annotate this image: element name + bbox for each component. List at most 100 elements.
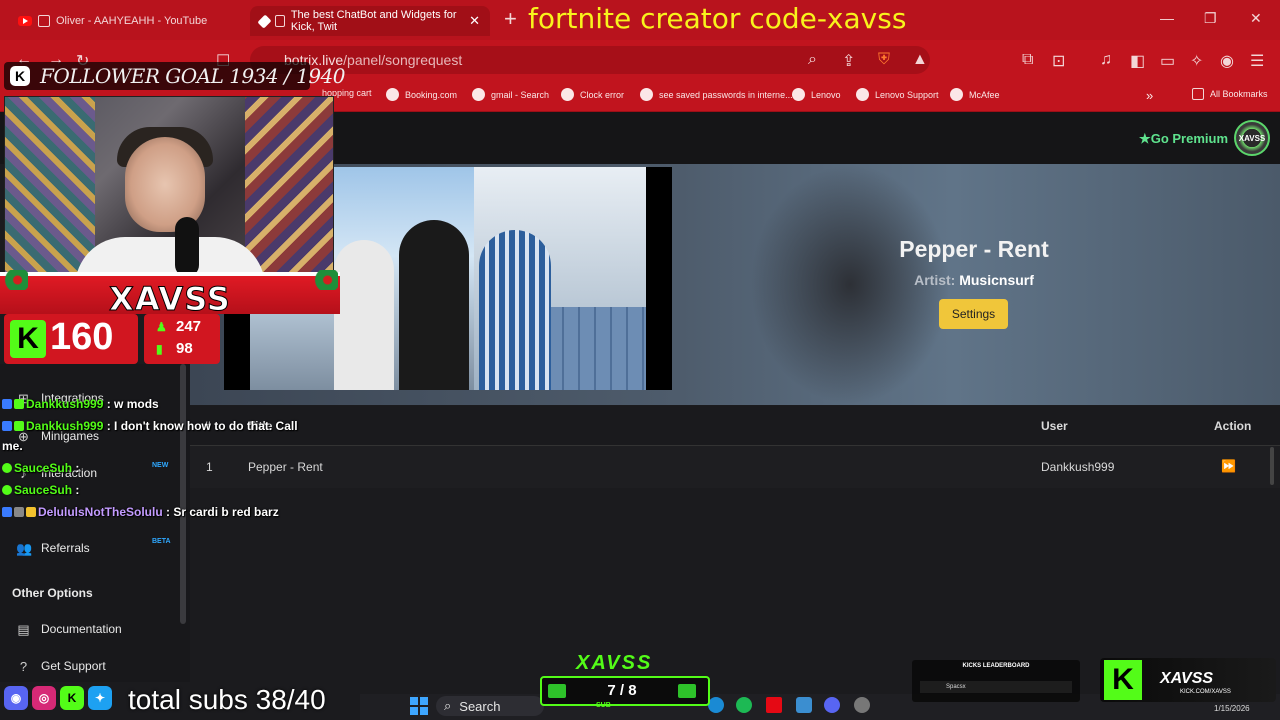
taskbar-date: 1/15/2026	[1214, 704, 1250, 713]
zoom-icon[interactable]: ⌕	[808, 51, 817, 69]
spotify-icon[interactable]	[736, 697, 752, 713]
go-premium-link[interactable]: ★Go Premium	[1139, 131, 1228, 147]
globe-icon	[792, 88, 805, 101]
bookmark-item[interactable]: Booking.com	[386, 88, 457, 101]
bookmark-item[interactable]: gmail - Search	[472, 88, 549, 101]
leo-ai-icon[interactable]: ✧	[1190, 51, 1203, 71]
photos-icon[interactable]	[796, 697, 812, 713]
gift-icon	[678, 684, 696, 698]
menu-icon[interactable]: ☰	[1250, 51, 1264, 71]
sidebar-item-referrals[interactable]: 👥 Referrals	[16, 541, 90, 555]
wallet-icon[interactable]: ▭	[1160, 51, 1175, 71]
bookmark-item[interactable]: McAfee	[950, 88, 1000, 101]
twitter-icon: ✦	[88, 686, 112, 710]
bookmark-item[interactable]: Lenovo Support	[856, 88, 939, 101]
folder-icon	[1192, 88, 1204, 100]
all-bookmarks-button[interactable]: All Bookmarks	[1192, 88, 1268, 100]
vpn-icon[interactable]: ◉	[1220, 51, 1234, 71]
kicks-leaderboard-title: KICKS LEADERBOARD	[962, 663, 1030, 669]
brand-url: KICK.COM/XAVSS	[1180, 689, 1231, 695]
google-icon	[640, 88, 653, 101]
table-scrollbar[interactable]	[1270, 447, 1274, 485]
google-icon	[472, 88, 485, 101]
sidebar-item-get-support[interactable]: ? Get Support	[16, 659, 106, 673]
kick-logo-icon: K	[10, 320, 46, 358]
netflix-icon[interactable]	[766, 697, 782, 713]
restore-icon[interactable]: ❐	[1204, 10, 1217, 27]
share-icon[interactable]: ⇪	[842, 51, 855, 71]
youtube-icon	[18, 16, 32, 26]
extensions-icon[interactable]: ⧉	[1022, 51, 1033, 69]
avatar[interactable]: XAVSS	[1234, 120, 1270, 156]
followers-stat: ♟ 247	[156, 318, 202, 335]
viewer-count: 160	[50, 316, 114, 358]
instagram-icon: ◎	[32, 686, 56, 710]
rewards-icon[interactable]: ▲	[912, 51, 928, 69]
bookmark-item[interactable]: Clock error	[561, 88, 624, 101]
url-path: /panel/songrequest	[343, 52, 463, 68]
globe-icon	[856, 88, 869, 101]
google-icon	[561, 88, 574, 101]
discord-taskbar-icon[interactable]	[824, 697, 840, 713]
bookmark-item[interactable]: Lenovo	[792, 88, 841, 101]
kick-logo-icon: K	[1104, 660, 1142, 700]
tab-youtube-title: Oliver - AAHYEAHH - YouTube	[56, 15, 208, 27]
edge-icon[interactable]	[708, 697, 724, 713]
artist-label: Artist:	[914, 272, 956, 288]
total-subs-text: total subs 38/40	[128, 684, 326, 715]
brand-name: XAVSS	[1160, 670, 1214, 687]
more-bookmarks-icon[interactable]: »	[1146, 88, 1153, 103]
chat-message: Dankkush999 : w mods	[2, 397, 159, 411]
chat-message: DelululsNotTheSolulu : Sr cardi b red ba…	[2, 505, 279, 519]
music-icon[interactable]: ♫	[1100, 51, 1112, 69]
bar-chart-icon: ▮	[156, 341, 163, 356]
other-options-heading: Other Options	[12, 586, 93, 600]
song-title: Pepper - Rent	[899, 236, 1049, 262]
social-icons: ◉ ◎ K ✦	[4, 686, 112, 710]
search-tabs-icon[interactable]: ⊡	[1052, 51, 1065, 71]
sidebar-icon[interactable]: ◧	[1130, 51, 1145, 71]
table-header	[190, 406, 1280, 446]
tab-botrix-title: The best ChatBot and Widgets for Kick, T…	[290, 9, 457, 33]
song-queue-table: # Title User Action 1 Pepper - Rent Dank…	[190, 406, 1280, 488]
gift-icon	[548, 684, 566, 698]
chat-message: SauceSuh :	[2, 483, 79, 497]
row-title: Pepper - Rent	[248, 460, 323, 474]
document-icon: ▤	[17, 621, 30, 637]
brave-shield-icon[interactable]: ⛨	[878, 51, 890, 69]
windows-start-icon[interactable]	[410, 697, 428, 715]
tab-botrix[interactable]: The best ChatBot and Widgets for Kick, T…	[250, 6, 490, 36]
globe-icon	[950, 88, 963, 101]
overlay-title: fortnite creator code-xavss	[528, 2, 907, 35]
tab-youtube[interactable]: Oliver - AAHYEAHH - YouTube	[8, 6, 248, 36]
sidebar-scrollbar[interactable]	[180, 364, 186, 624]
help-icon: ?	[19, 658, 28, 674]
row-number: 1	[206, 460, 213, 474]
follower-goal-text: FOLLOWER GOAL 1934 / 1940	[40, 64, 346, 88]
users-icon: 👥	[16, 540, 33, 556]
search-icon: ⌕	[444, 698, 452, 713]
minimize-icon[interactable]: —	[1160, 10, 1174, 26]
new-badge: NEW	[152, 462, 169, 469]
chart-stat: ▮ 98	[156, 340, 193, 357]
settings-button[interactable]: Settings	[939, 299, 1008, 329]
globe-icon	[386, 88, 399, 101]
close-window-icon[interactable]: ✕	[1250, 10, 1262, 27]
new-tab-button[interactable]: +	[504, 6, 517, 32]
url-field[interactable]: botrix.live/panel/songrequest	[250, 46, 930, 74]
close-tab-icon[interactable]: ✕	[469, 13, 480, 29]
leaderboard-row: Spacsx	[920, 681, 1072, 693]
column-action: Action	[1214, 419, 1252, 433]
play-next-icon[interactable]: ⏩	[1221, 459, 1241, 475]
sub-goal-label: SUB	[596, 702, 611, 709]
artist-row: Artist: Musicnsurf	[860, 272, 1088, 288]
sidebar-item-documentation[interactable]: ▤ Documentation	[16, 621, 121, 637]
kick-icon: K	[60, 686, 84, 710]
taskbar-search[interactable]: ⌕ Search	[436, 696, 544, 716]
bookmark-item[interactable]: see saved passwords in interne...	[640, 88, 793, 101]
streamer-name: XAVSS	[109, 280, 231, 319]
kick-icon: K	[10, 66, 30, 86]
settings-gear-icon[interactable]	[854, 697, 870, 713]
discord-icon: ◉	[4, 686, 28, 710]
webcam-feed	[4, 96, 334, 280]
